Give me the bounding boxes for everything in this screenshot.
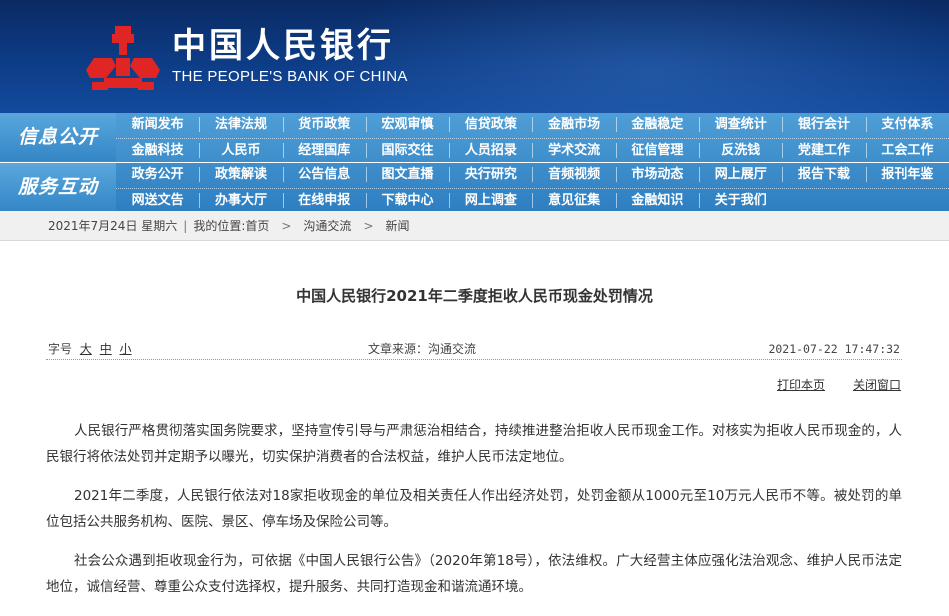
nav-item[interactable]: 网上展厅 <box>699 163 782 187</box>
nav-item[interactable]: 人民币 <box>199 139 282 161</box>
breadcrumb-level3-link[interactable]: 新闻 <box>386 211 410 240</box>
nav-item[interactable]: 银行会计 <box>782 113 865 137</box>
nav-item[interactable]: 报刊年鉴 <box>865 163 949 187</box>
nav-item[interactable]: 报告下载 <box>782 163 865 187</box>
nav-item[interactable]: 调查统计 <box>699 113 782 137</box>
font-size-label: 字号 <box>48 342 73 356</box>
article-tools: 打印本页 关闭窗口 <box>777 376 901 393</box>
nav-item[interactable]: 在线申报 <box>282 189 366 211</box>
nav-item[interactable]: 经理国库 <box>282 139 366 161</box>
font-size-medium-link[interactable]: 中 <box>100 342 112 356</box>
article-paragraph: 2021年二季度，人民银行依法对18家拒收现金的单位及相关责任人作出经济处罚，处… <box>46 488 902 530</box>
breadcrumb-divider: | <box>183 219 188 233</box>
nav-item[interactable]: 货币政策 <box>282 113 366 137</box>
article-paragraph: 社会公众遇到拒收现金行为，可依据《中国人民银行公告》（2020年第18号），依法… <box>46 553 902 595</box>
nav-item[interactable]: 宏观审慎 <box>365 113 449 137</box>
nav-item[interactable]: 金融市场 <box>532 113 615 137</box>
article-source: 文章来源：沟通交流 <box>368 342 477 356</box>
pboc-logo-icon[interactable] <box>86 24 160 92</box>
nav-item[interactable]: 关于我们 <box>699 189 782 211</box>
nav-item[interactable]: 市场动态 <box>615 163 699 187</box>
nav-item[interactable]: 新闻发布 <box>116 113 199 137</box>
breadcrumb-arrow: > <box>281 219 292 233</box>
nav-row: 网送文告 办事大厅 在线申报 下载中心 网上调查 意见征集 金融知识 关于我们 <box>116 188 949 211</box>
font-size-large-link[interactable]: 大 <box>80 342 92 356</box>
nav-item[interactable]: 网上调查 <box>449 189 532 211</box>
nav-item[interactable]: 学术交流 <box>532 139 615 161</box>
nav-item[interactable]: 金融科技 <box>116 139 199 161</box>
nav-item[interactable]: 央行研究 <box>449 163 532 187</box>
nav-item[interactable]: 反洗钱 <box>699 139 782 161</box>
nav-item[interactable]: 网送文告 <box>116 189 199 211</box>
nav-item[interactable]: 音频视频 <box>532 163 615 187</box>
logo-english-text[interactable]: THE PEOPLE'S BANK OF CHINA <box>172 68 408 86</box>
breadcrumb-home-link[interactable]: 我的位置:首页 <box>193 211 269 240</box>
font-size-small-link[interactable]: 小 <box>120 342 132 356</box>
logo-chinese-text[interactable]: 中国人民银行 <box>172 26 394 66</box>
print-page-link[interactable]: 打印本页 <box>777 376 825 393</box>
nav-row: 政务公开 政策解读 公告信息 图文直播 央行研究 音频视频 市场动态 网上展厅 … <box>116 163 949 187</box>
nav-item[interactable]: 公告信息 <box>282 163 366 187</box>
nav-item[interactable]: 办事大厅 <box>199 189 282 211</box>
main-navigation: 信息公开 新闻发布 法律法规 货币政策 宏观审慎 信贷政策 金融市场 金融稳定 … <box>0 113 949 211</box>
current-date: 2021年7月24日 星期六 <box>48 219 178 233</box>
nav-item[interactable]: 图文直播 <box>365 163 449 187</box>
nav-item[interactable]: 党建工作 <box>782 139 865 161</box>
nav-item[interactable]: 法律法规 <box>199 113 282 137</box>
nav-row: 金融科技 人民币 经理国库 国际交往 人员招录 学术交流 征信管理 反洗钱 党建… <box>116 138 949 161</box>
nav-item[interactable]: 政策解读 <box>199 163 282 187</box>
nav-item[interactable]: 国际交往 <box>365 139 449 161</box>
nav-item[interactable]: 政务公开 <box>116 163 199 187</box>
nav-item[interactable]: 支付体系 <box>865 113 949 137</box>
article-title: 中国人民银行2021年二季度拒收人民币现金处罚情况 <box>296 287 653 305</box>
nav-item[interactable]: 金融知识 <box>615 189 699 211</box>
font-size-switcher: 字号 大 中 小 <box>48 340 132 358</box>
nav-item[interactable]: 工会工作 <box>865 139 949 161</box>
header-glow <box>300 0 949 113</box>
nav-item[interactable]: 信贷政策 <box>449 113 532 137</box>
nav-item[interactable]: 人员招录 <box>449 139 532 161</box>
nav-category-info[interactable]: 信息公开 <box>0 113 116 161</box>
article-paragraph: 人民银行严格贯彻落实国务院要求，坚持宣传引导与严肃惩治相结合，持续推进整治拒收人… <box>46 423 902 465</box>
nav-item[interactable]: 意见征集 <box>532 189 615 211</box>
nav-item[interactable]: 下载中心 <box>365 189 449 211</box>
nav-item[interactable]: 金融稳定 <box>615 113 699 137</box>
article-datetime: 2021-07-22 17:47:32 <box>768 342 900 356</box>
nav-section-info: 信息公开 新闻发布 法律法规 货币政策 宏观审慎 信贷政策 金融市场 金融稳定 … <box>0 113 949 162</box>
breadcrumb-arrow: > <box>363 219 374 233</box>
nav-category-service[interactable]: 服务互动 <box>0 163 116 211</box>
site-header: 中国人民银行 THE PEOPLE'S BANK OF CHINA <box>0 0 949 113</box>
article-meta: 字号 大 中 小 文章来源：沟通交流 2021-07-22 17:47:32 <box>46 340 902 360</box>
nav-section-service: 服务互动 政务公开 政策解读 公告信息 图文直播 央行研究 音频视频 市场动态 … <box>0 162 949 211</box>
close-window-link[interactable]: 关闭窗口 <box>853 376 901 393</box>
breadcrumb: 2021年7月24日 星期六 | 我的位置:首页 > 沟通交流 > 新闻 <box>0 211 949 241</box>
breadcrumb-level2-link[interactable]: 沟通交流 <box>303 211 351 240</box>
nav-item[interactable]: 征信管理 <box>615 139 699 161</box>
nav-row: 新闻发布 法律法规 货币政策 宏观审慎 信贷政策 金融市场 金融稳定 调查统计 … <box>116 113 949 137</box>
